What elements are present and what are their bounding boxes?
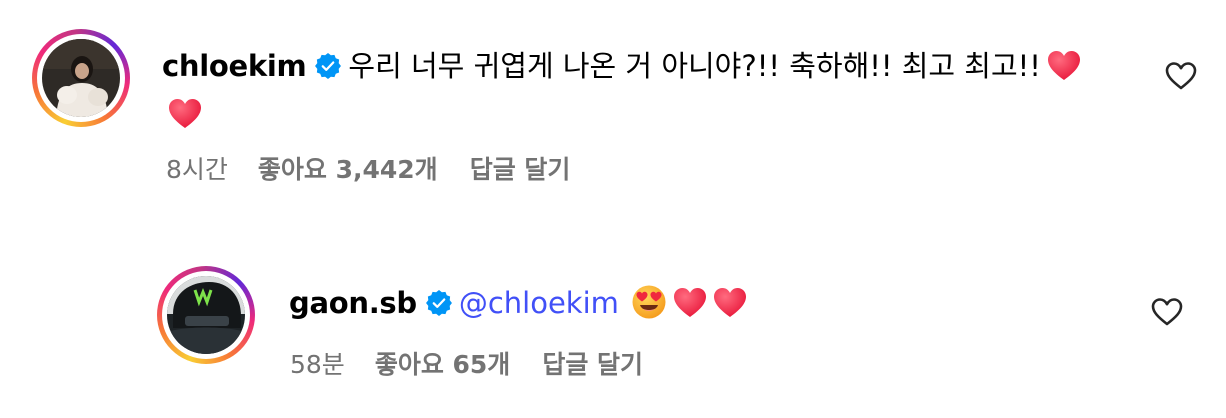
comment-meta: 58분 좋아요 65개 답글 달기 — [290, 345, 643, 381]
likes-count[interactable]: 좋아요 65개 — [375, 345, 511, 381]
comment-text: 우리 너무 귀엽게 나온 거 아니야?!! 축하해!! 최고 최고!! — [348, 49, 1041, 83]
avatar-photo — [167, 276, 245, 354]
red-heart-icon — [673, 288, 706, 317]
reply-button[interactable]: 답글 달기 — [470, 150, 571, 186]
comment-body: gaon.sb @chloekim — [289, 279, 1109, 332]
comment-time: 8시간 — [166, 155, 228, 184]
avatar[interactable] — [32, 29, 130, 127]
comment-body: chloekim 우리 너무 귀엽게 나온 거 아니야?!! 축하해!! 최고 … — [162, 42, 1102, 143]
username[interactable]: chloekim — [162, 49, 307, 83]
red-heart-icon — [1047, 51, 1080, 80]
mention-link[interactable]: @chloekim — [459, 286, 619, 320]
heart-eyes-emoji-icon — [632, 285, 666, 319]
like-heart-icon[interactable] — [1150, 296, 1184, 328]
red-heart-icon — [713, 288, 746, 317]
red-heart-icon — [169, 99, 201, 128]
like-heart-icon[interactable] — [1164, 60, 1198, 92]
comment-meta: 8시간 좋아요 3,442개 답글 달기 — [166, 150, 570, 186]
comment-time: 58분 — [290, 350, 345, 379]
verified-badge-icon — [425, 290, 452, 316]
username[interactable]: gaon.sb — [289, 286, 417, 320]
likes-count[interactable]: 좋아요 3,442개 — [258, 150, 438, 186]
reply-button[interactable]: 답글 달기 — [542, 345, 643, 381]
verified-badge-icon — [315, 53, 342, 79]
avatar-photo — [42, 39, 120, 117]
avatar[interactable] — [157, 266, 255, 364]
